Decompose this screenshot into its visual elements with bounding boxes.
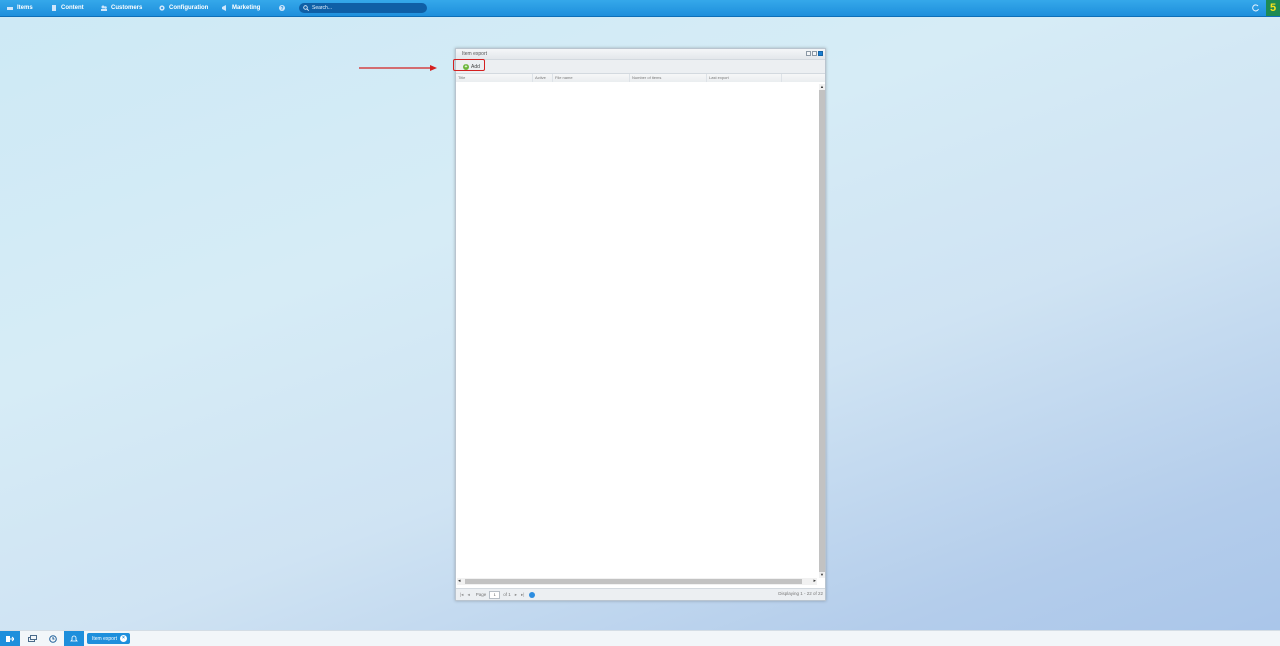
top-menubar: Items Content Customers Configuration Ma… [0,0,1280,17]
first-page-icon[interactable]: |◂ [460,592,463,598]
scroll-right-icon[interactable]: ▸ [813,578,816,585]
next-page-icon[interactable]: ▸ [515,592,517,598]
annotation-arrow [359,65,437,71]
windows-icon [27,635,37,642]
menu-customers-label: Customers [111,5,143,11]
customers-icon [101,5,107,11]
annotation-highlight [453,59,485,71]
menu-customers[interactable]: Customers [101,0,142,16]
page-label: Page [475,592,487,597]
scroll-down-icon[interactable]: ▼ [819,572,825,578]
window-toolbar: + Add [456,60,825,74]
column-number-of-items[interactable]: Number of items [630,74,707,82]
prev-page-icon[interactable]: ◂ [467,592,469,598]
scroll-left-icon[interactable]: ◂ [458,578,461,585]
search-input[interactable]: Search... [299,3,427,13]
svg-text:?: ? [280,6,283,11]
window-titlebar[interactable]: Item export [456,49,825,60]
search-icon [303,5,309,11]
bell-icon [70,635,78,641]
paging-toolbar: |◂ ◂ Page 1 of 1 ▸ ▸| Displaying 1 - 22 … [456,588,825,600]
page-number-input[interactable]: 1 [489,590,501,599]
refresh-icon[interactable] [1252,4,1260,12]
menu-marketing-label: Marketing [232,5,261,11]
content-icon [52,5,56,11]
column-active[interactable]: Active [533,74,553,82]
logout-icon [6,635,14,642]
clock-button[interactable] [45,631,61,646]
clock-icon [49,634,57,643]
help-button[interactable]: ? [279,0,285,16]
menu-configuration-label: Configuration [169,5,209,11]
configuration-icon [159,5,165,11]
reload-icon[interactable] [529,591,536,598]
taskbar-tab-item-export[interactable]: Item export × [87,633,130,644]
menu-content-label: Content [61,5,84,11]
maximize-icon[interactable] [812,51,817,56]
close-icon[interactable] [818,51,823,56]
column-last-export[interactable]: Last export [707,74,782,82]
minimize-icon[interactable] [806,51,811,56]
grid-body: ▲ ▼ ◂ ▸ [456,82,825,588]
window-controls [806,51,823,56]
last-page-icon[interactable]: ▸| [521,592,524,598]
windows-button[interactable] [24,631,40,646]
horizontal-scroll-thumb[interactable] [465,579,802,584]
vertical-scrollbar[interactable]: ▲ ▼ [819,84,825,578]
items-icon [7,7,13,10]
taskbar-tab-label: Item export [92,635,118,642]
window-title: Item export [462,51,488,57]
close-tab-icon[interactable]: × [120,635,127,642]
marketing-icon [222,5,226,11]
brand-logo: 5 [1266,0,1280,16]
menu-marketing[interactable]: Marketing [222,0,260,16]
help-icon: ? [279,5,285,11]
menu-items[interactable]: Items [7,0,33,16]
page-of-label: of 1 [503,592,511,597]
column-file-name[interactable]: File name [553,74,630,82]
menu-items-label: Items [17,5,33,11]
item-export-window: Item export + Add Title Active File name… [455,48,826,601]
menu-content[interactable]: Content [51,0,84,16]
scroll-up-icon[interactable]: ▲ [819,84,825,90]
menu-configuration[interactable]: Configuration [159,0,208,16]
column-title[interactable]: Title [456,74,533,82]
logout-button[interactable] [0,631,20,646]
taskbar: Item export × [0,630,1280,646]
display-count: Displaying 1 - 22 of 22 [778,591,823,596]
horizontal-scrollbar[interactable]: ◂ ▸ [457,578,817,585]
search-placeholder: Search... [312,5,333,11]
notifications-button[interactable] [64,631,84,646]
